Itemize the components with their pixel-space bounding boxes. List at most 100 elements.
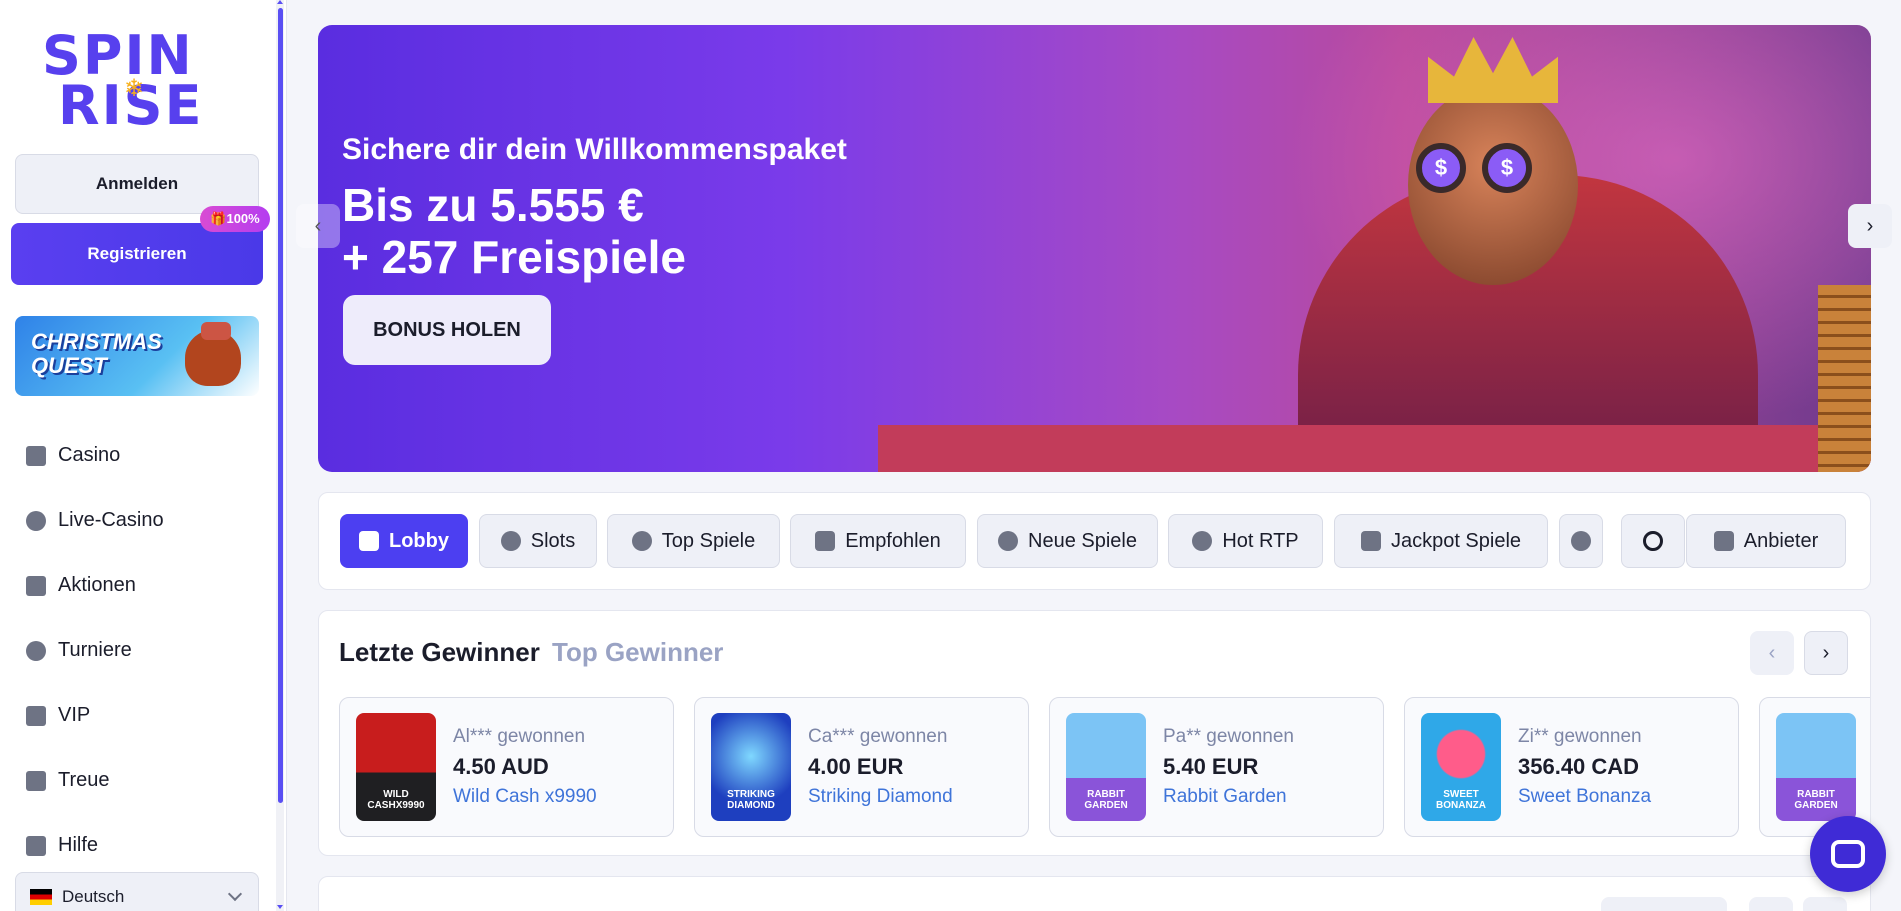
search-button[interactable] <box>1621 514 1685 568</box>
winner-amount: 356.40 CAD <box>1518 754 1640 779</box>
scrollbar-thumb[interactable] <box>278 8 283 803</box>
tab-latest-winners[interactable]: Letzte Gewinner <box>339 637 540 668</box>
tab-label: Lobby <box>389 529 449 552</box>
winner-user: Zi** gewonnen <box>1518 726 1642 747</box>
game-thumbnail[interactable]: RABBIT GARDEN <box>1066 713 1146 821</box>
nav-item-label: Treue <box>58 769 110 791</box>
spade-icon <box>26 510 46 531</box>
winner-card[interactable]: STRIKING DIAMOND Ca*** gewonnen 4.00 EUR… <box>694 697 1029 837</box>
nav-item-live-casino[interactable]: Live-Casino <box>26 488 266 553</box>
scroll-down-icon[interactable] <box>277 905 283 909</box>
gift-icon <box>26 575 46 596</box>
hero-headline-line1: Bis zu 5.555 € <box>342 179 644 231</box>
winner-game-link[interactable]: Striking Diamond <box>808 786 953 808</box>
tab-label: Anbieter <box>1743 529 1819 552</box>
game-thumbnail[interactable]: STRIKING DIAMOND <box>711 713 791 821</box>
language-label: Deutsch <box>62 887 125 906</box>
tab-slots[interactable]: Slots <box>479 514 597 568</box>
dice-icon <box>1571 531 1591 551</box>
tab-lobby[interactable]: Lobby <box>340 514 468 568</box>
tab-empfohlen[interactable]: Empfohlen <box>790 514 966 568</box>
section-prev-button[interactable] <box>1749 897 1793 911</box>
providers-grid-icon <box>1713 531 1734 551</box>
mail-icon <box>26 835 46 856</box>
christmas-quest-banner[interactable]: CHRISTMAS QUEST <box>15 316 259 396</box>
star-icon <box>815 531 836 551</box>
medal-icon <box>631 531 652 551</box>
new-badge-icon <box>998 531 1019 551</box>
nav-item-treue[interactable]: Treue <box>26 748 266 813</box>
nav-item-vip[interactable]: VIP <box>26 683 266 748</box>
hero-subtitle: Sichere dir dein Willkommenspaket <box>342 133 847 166</box>
tab-label: Slots <box>530 529 576 552</box>
live-chat-button[interactable] <box>1810 816 1886 892</box>
grid-icon <box>359 531 379 551</box>
winner-card[interactable]: SWEET BONANZA Zi** gewonnen 356.40 CAD S… <box>1404 697 1739 837</box>
tab-top-spiele[interactable]: Top Spiele <box>607 514 780 568</box>
nav-item-hilfe[interactable]: Hilfe <box>26 813 266 878</box>
cherry-icon <box>500 531 521 551</box>
winners-prev-button[interactable]: ‹ <box>1750 631 1794 675</box>
winner-game-link[interactable]: Rabbit Garden <box>1163 786 1287 808</box>
game-thumbnail[interactable]: RABBIT GARDEN <box>1776 713 1856 821</box>
bonus-cta-button[interactable]: BONUS HOLEN <box>343 295 551 365</box>
nav-item-label: Casino <box>58 444 121 466</box>
game-thumbnail[interactable]: WILD CASHX9990 <box>356 713 436 821</box>
nav-item-turniere[interactable]: Turniere <box>26 618 266 683</box>
category-bar: Lobby Slots Top Spiele Empfohlen Neue Sp… <box>318 492 1871 590</box>
santa-hat-icon <box>201 322 231 340</box>
chevron-down-icon <box>227 886 243 902</box>
winner-card[interactable]: WILD CASHX9990 Al*** gewonnen 4.50 AUD W… <box>339 697 674 837</box>
winner-user: Al*** gewonnen <box>453 726 586 747</box>
game-thumbnail[interactable]: SWEET BONANZA <box>1421 713 1501 821</box>
sidebar-scrollbar[interactable] <box>276 0 284 911</box>
tab-label: Neue Spiele <box>1028 529 1137 552</box>
scroll-up-icon[interactable] <box>277 0 283 4</box>
hero-prev-button[interactable]: ‹ <box>296 204 340 248</box>
nav-item-aktionen[interactable]: Aktionen <box>26 553 266 618</box>
nav-item-label: Live-Casino <box>58 509 164 531</box>
promo-label: CHRISTMAS QUEST <box>31 329 162 378</box>
dollar-glasses-right: $ <box>1482 143 1532 193</box>
hero-next-button[interactable]: › <box>1848 204 1892 248</box>
tab-neue-spiele[interactable]: Neue Spiele <box>977 514 1158 568</box>
language-select[interactable]: Deutsch <box>15 872 259 911</box>
germany-flag-icon <box>30 889 52 905</box>
providers-button[interactable]: Anbieter <box>1686 514 1846 568</box>
nav-item-label: Aktionen <box>58 574 136 596</box>
nav-item-label: VIP <box>58 704 91 726</box>
next-section <box>318 876 1871 911</box>
coin-stack <box>1818 285 1871 472</box>
winner-game-link[interactable]: Wild Cash x9990 <box>453 786 597 808</box>
nav-item-casino[interactable]: Casino <box>26 423 266 488</box>
view-all-button[interactable] <box>1601 897 1727 911</box>
section-next-button[interactable] <box>1803 897 1847 911</box>
winner-user: Pa** gewonnen <box>1163 726 1294 747</box>
tab-top-winners[interactable]: Top Gewinner <box>552 637 723 668</box>
tab-more-partial[interactable] <box>1559 514 1603 568</box>
winner-game-link[interactable]: Sweet Bonanza <box>1518 786 1651 808</box>
winner-amount: 4.50 AUD <box>453 754 549 779</box>
loyalty-icon <box>26 770 46 791</box>
snowflake-icon: ❄ <box>124 75 145 102</box>
gem-icon <box>1360 531 1381 551</box>
tab-hot-rtp[interactable]: Hot RTP <box>1168 514 1323 568</box>
winners-next-button[interactable]: › <box>1804 631 1848 675</box>
tab-label: Top Spiele <box>661 529 756 552</box>
hero-banner[interactable]: $ $ Sichere dir dein Willkommenspaket Bi… <box>318 25 1871 472</box>
spinrise-logo[interactable]: SPIN RISE ❄ <box>40 24 240 137</box>
login-button[interactable]: Anmelden <box>15 154 259 214</box>
tab-jackpot-spiele[interactable]: Jackpot Spiele <box>1334 514 1548 568</box>
hero-headline-line2: + 257 Freispiele <box>342 231 686 283</box>
casino-table <box>878 425 1871 472</box>
hero-headline: Bis zu 5.555 € + 257 Freispiele <box>342 179 686 283</box>
dollar-glasses-left: $ <box>1416 143 1466 193</box>
winner-card[interactable]: RABBIT GARDEN Pa** gewonnen 5.40 EUR Rab… <box>1049 697 1384 837</box>
sidebar: SPIN RISE ❄ Anmelden Registrieren 🎁100% … <box>0 0 287 911</box>
register-bonus-badge: 🎁100% <box>200 206 270 232</box>
tab-label: Jackpot Spiele <box>1390 529 1522 552</box>
tab-label: Hot RTP <box>1222 529 1299 552</box>
nav-item-label: Hilfe <box>58 834 99 856</box>
main-nav: Casino Live-Casino Aktionen Turniere VIP… <box>26 423 266 878</box>
register-button[interactable]: Registrieren <box>11 223 263 285</box>
